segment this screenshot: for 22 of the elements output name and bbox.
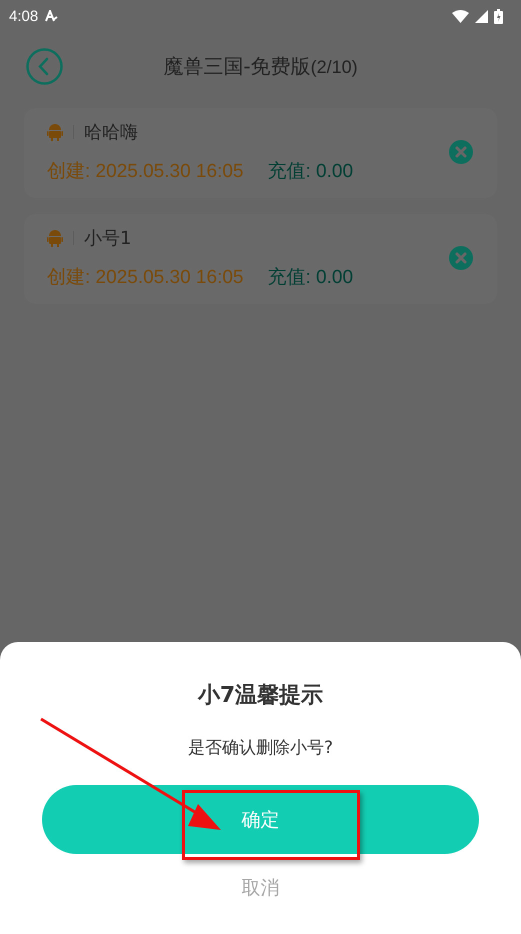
android-icon [47,230,63,246]
notification-icon [44,10,58,22]
battery-icon [494,8,503,24]
account-name: 小号1 [84,227,132,250]
page-title: 魔兽三国-免费版 [163,52,311,80]
dialog-message: 是否确认删除小号? [188,737,334,759]
created-time: 创建: 2025.05.30 16:05 [47,266,244,290]
cancel-button[interactable]: 取消 [236,874,286,902]
wifi-icon [452,10,469,22]
signal-icon [475,10,488,22]
delete-icon[interactable] [449,140,473,164]
account-count: (2/10) [310,56,358,78]
dialog-title: 小7温馨提示 [198,682,324,710]
confirm-button[interactable]: 确定 [42,785,479,854]
recharge-amount: 充值: 0.00 [267,160,354,184]
delete-icon[interactable] [449,246,473,270]
android-icon [47,124,63,140]
account-name: 哈哈嗨 [84,121,138,144]
status-time: 4:08 [9,8,38,24]
back-icon[interactable] [26,48,63,84]
recharge-amount: 充值: 0.00 [267,266,354,290]
created-time: 创建: 2025.05.30 16:05 [47,160,244,184]
